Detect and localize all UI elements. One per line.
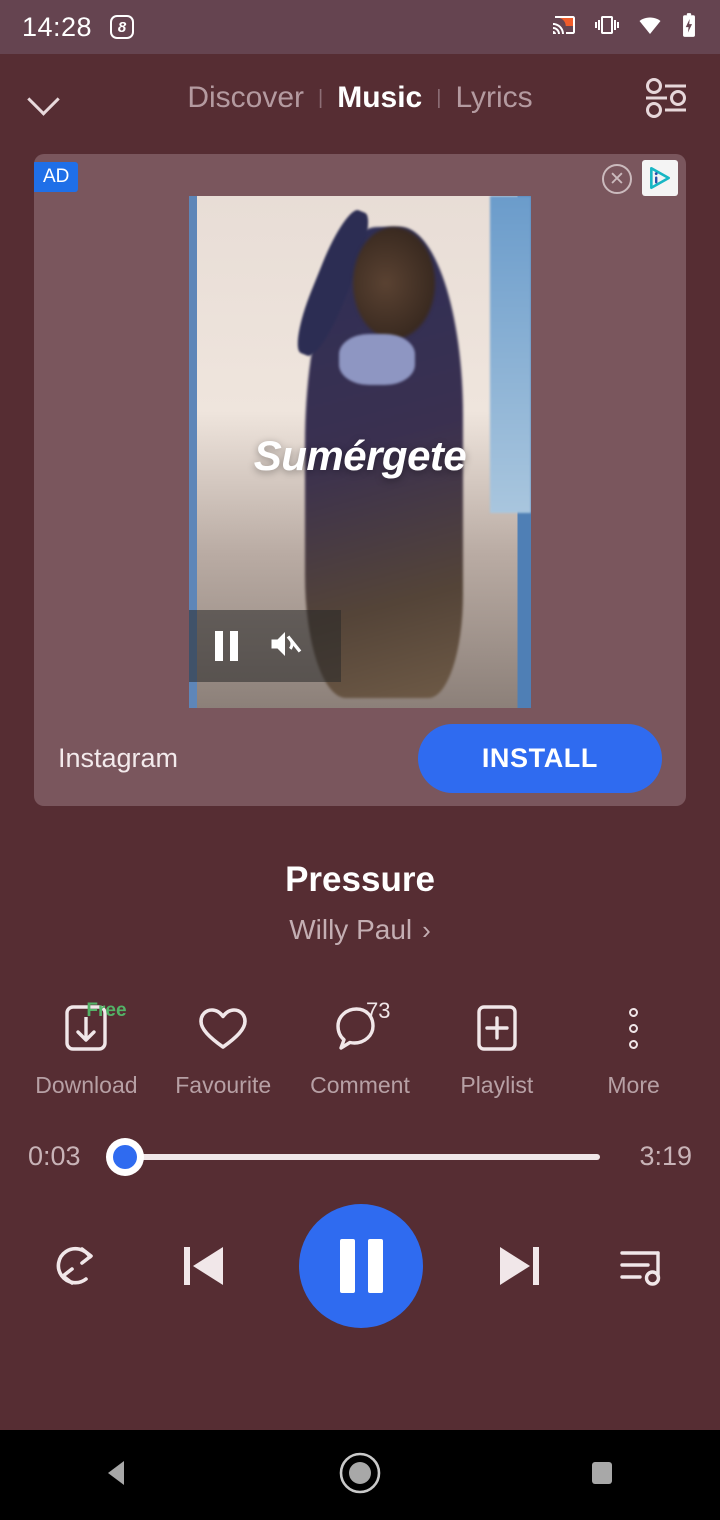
ad-video-scarf <box>339 334 415 386</box>
ad-video-player[interactable]: Sumérgete <box>189 196 531 708</box>
total-duration: 3:19 <box>639 1141 692 1171</box>
add-to-playlist-icon <box>428 998 565 1058</box>
ad-app-name: Instagram <box>58 742 179 773</box>
ad-video-caption: Sumérgete <box>253 431 467 479</box>
status-bar-icons <box>550 12 698 43</box>
equalizer-icon[interactable] <box>638 75 694 121</box>
action-comment[interactable]: 73 Comment <box>292 998 429 1099</box>
comment-count-badge: 73 <box>365 998 391 1023</box>
track-info: Pressure Willy Paul › <box>0 860 720 946</box>
seek-bar-row: 0:03 3:19 <box>0 1137 720 1176</box>
action-download[interactable]: Free Download <box>18 998 155 1099</box>
action-label-comment: Comment <box>310 1072 410 1098</box>
home-circle-icon[interactable] <box>334 1447 386 1504</box>
seek-thumb[interactable] <box>105 1137 144 1176</box>
heart-icon <box>155 998 292 1058</box>
install-button[interactable]: INSTALL <box>417 723 662 793</box>
repeat-icon[interactable] <box>46 1235 108 1297</box>
more-vertical-icon <box>565 998 702 1058</box>
pause-icon[interactable] <box>215 631 238 661</box>
status-bar-clock: 14:28 <box>22 11 93 42</box>
close-icon[interactable]: ✕ <box>602 164 632 194</box>
action-playlist[interactable]: Playlist <box>428 998 565 1099</box>
action-label-favourite: Favourite <box>175 1072 272 1098</box>
track-title: Pressure <box>285 860 435 899</box>
ad-footer: Instagram INSTALL <box>34 710 686 806</box>
android-navigation-bar <box>0 1430 720 1520</box>
ad-video-controls <box>189 610 341 682</box>
pause-bar-right <box>367 1239 383 1293</box>
chevron-down-icon[interactable] <box>26 80 62 116</box>
cast-icon <box>550 13 578 42</box>
vibrate-icon <box>594 13 620 42</box>
player-controls <box>0 1204 720 1328</box>
top-nav-bar: Discover | Music | Lyrics <box>0 54 720 142</box>
seek-slider[interactable] <box>105 1137 600 1176</box>
advertisement-card[interactable]: AD ✕ Sumérgete Instagram INSTALL <box>34 154 686 806</box>
track-artist-label: Willy Paul <box>289 914 413 945</box>
track-artist[interactable]: Willy Paul › <box>289 914 431 946</box>
tab-discover[interactable]: Discover <box>173 81 318 115</box>
back-triangle-icon[interactable] <box>98 1453 138 1498</box>
pause-bar-left <box>339 1239 355 1293</box>
ad-video-hair <box>353 226 436 340</box>
download-free-badge: Free <box>86 1000 127 1021</box>
action-label-download: Download <box>35 1072 138 1098</box>
volume-off-icon[interactable] <box>264 626 306 667</box>
ad-badge: AD <box>34 162 79 192</box>
action-favourite[interactable]: Favourite <box>155 998 292 1099</box>
action-label-more: More <box>607 1072 660 1098</box>
skip-previous-icon[interactable] <box>175 1235 233 1297</box>
play-pause-button[interactable] <box>299 1204 423 1328</box>
recents-square-icon[interactable] <box>582 1453 622 1498</box>
tab-lyrics[interactable]: Lyrics <box>441 81 546 115</box>
elapsed-time: 0:03 <box>28 1141 81 1171</box>
action-label-playlist: Playlist <box>460 1072 534 1098</box>
status-bar-app-badge-icon: 8 <box>110 15 135 39</box>
wifi-icon <box>636 13 664 42</box>
adchoices-icon[interactable] <box>642 160 678 196</box>
nav-tabs: Discover | Music | Lyrics <box>0 81 720 115</box>
download-icon: Free <box>18 998 155 1058</box>
queue-music-icon[interactable] <box>614 1236 674 1296</box>
battery-charging-icon <box>680 12 698 43</box>
phone-screen: 14:28 8 Discover | Music | Lyrics AD ✕ S… <box>0 0 720 1520</box>
tab-music[interactable]: Music <box>323 81 436 115</box>
action-row: Free Download Favourite 73 Comment Playl… <box>0 998 720 1099</box>
comment-icon: 73 <box>292 998 429 1058</box>
status-bar: 14:28 8 <box>0 0 720 54</box>
action-more[interactable]: More <box>565 998 702 1099</box>
skip-next-icon[interactable] <box>490 1235 548 1297</box>
chevron-right-icon: › <box>422 914 431 945</box>
